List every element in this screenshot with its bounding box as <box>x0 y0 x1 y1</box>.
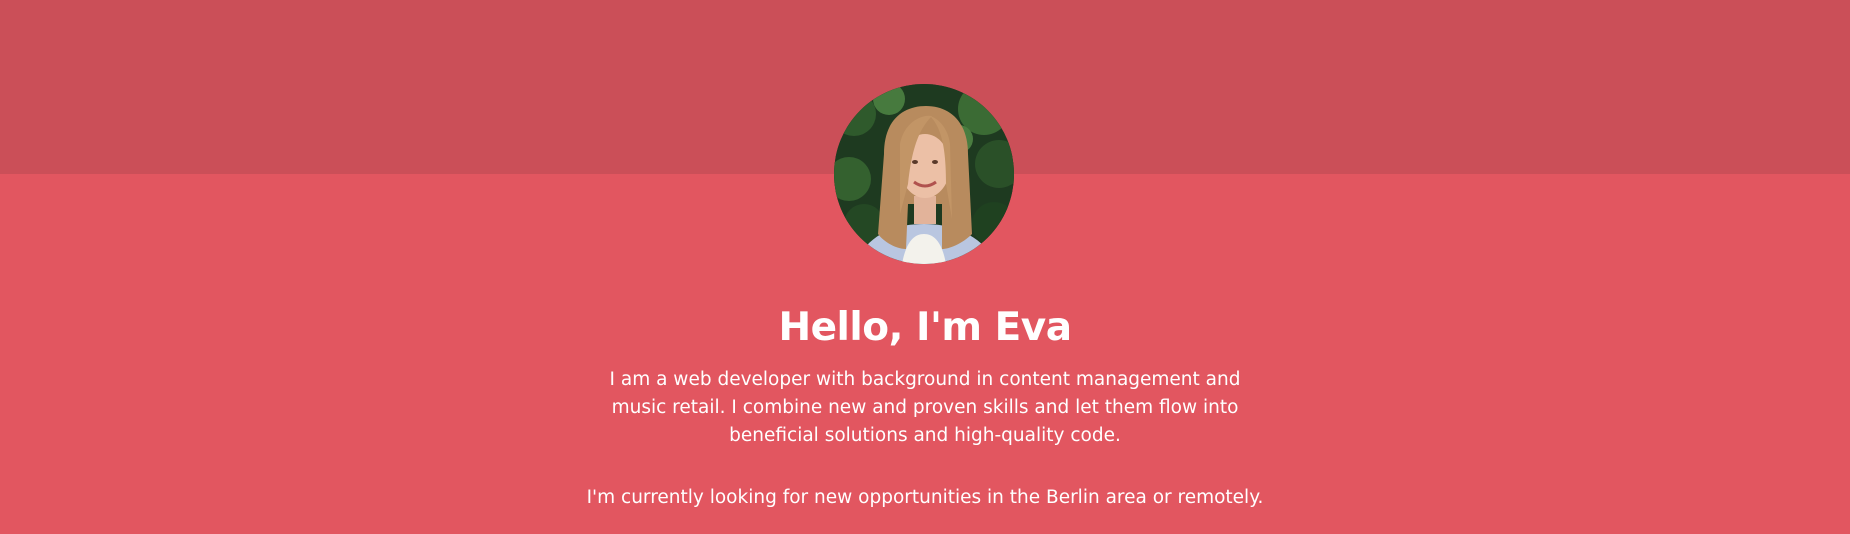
avatar <box>834 84 1014 264</box>
hero-section: Hello, I'm Eva I am a web developer with… <box>0 0 1850 534</box>
page-title: Hello, I'm Eva <box>778 305 1072 350</box>
avatar-photo <box>834 84 1014 264</box>
availability-text: I'm currently looking for new opportunit… <box>586 487 1264 508</box>
intro-text: I am a web developer with background in … <box>609 369 1241 446</box>
